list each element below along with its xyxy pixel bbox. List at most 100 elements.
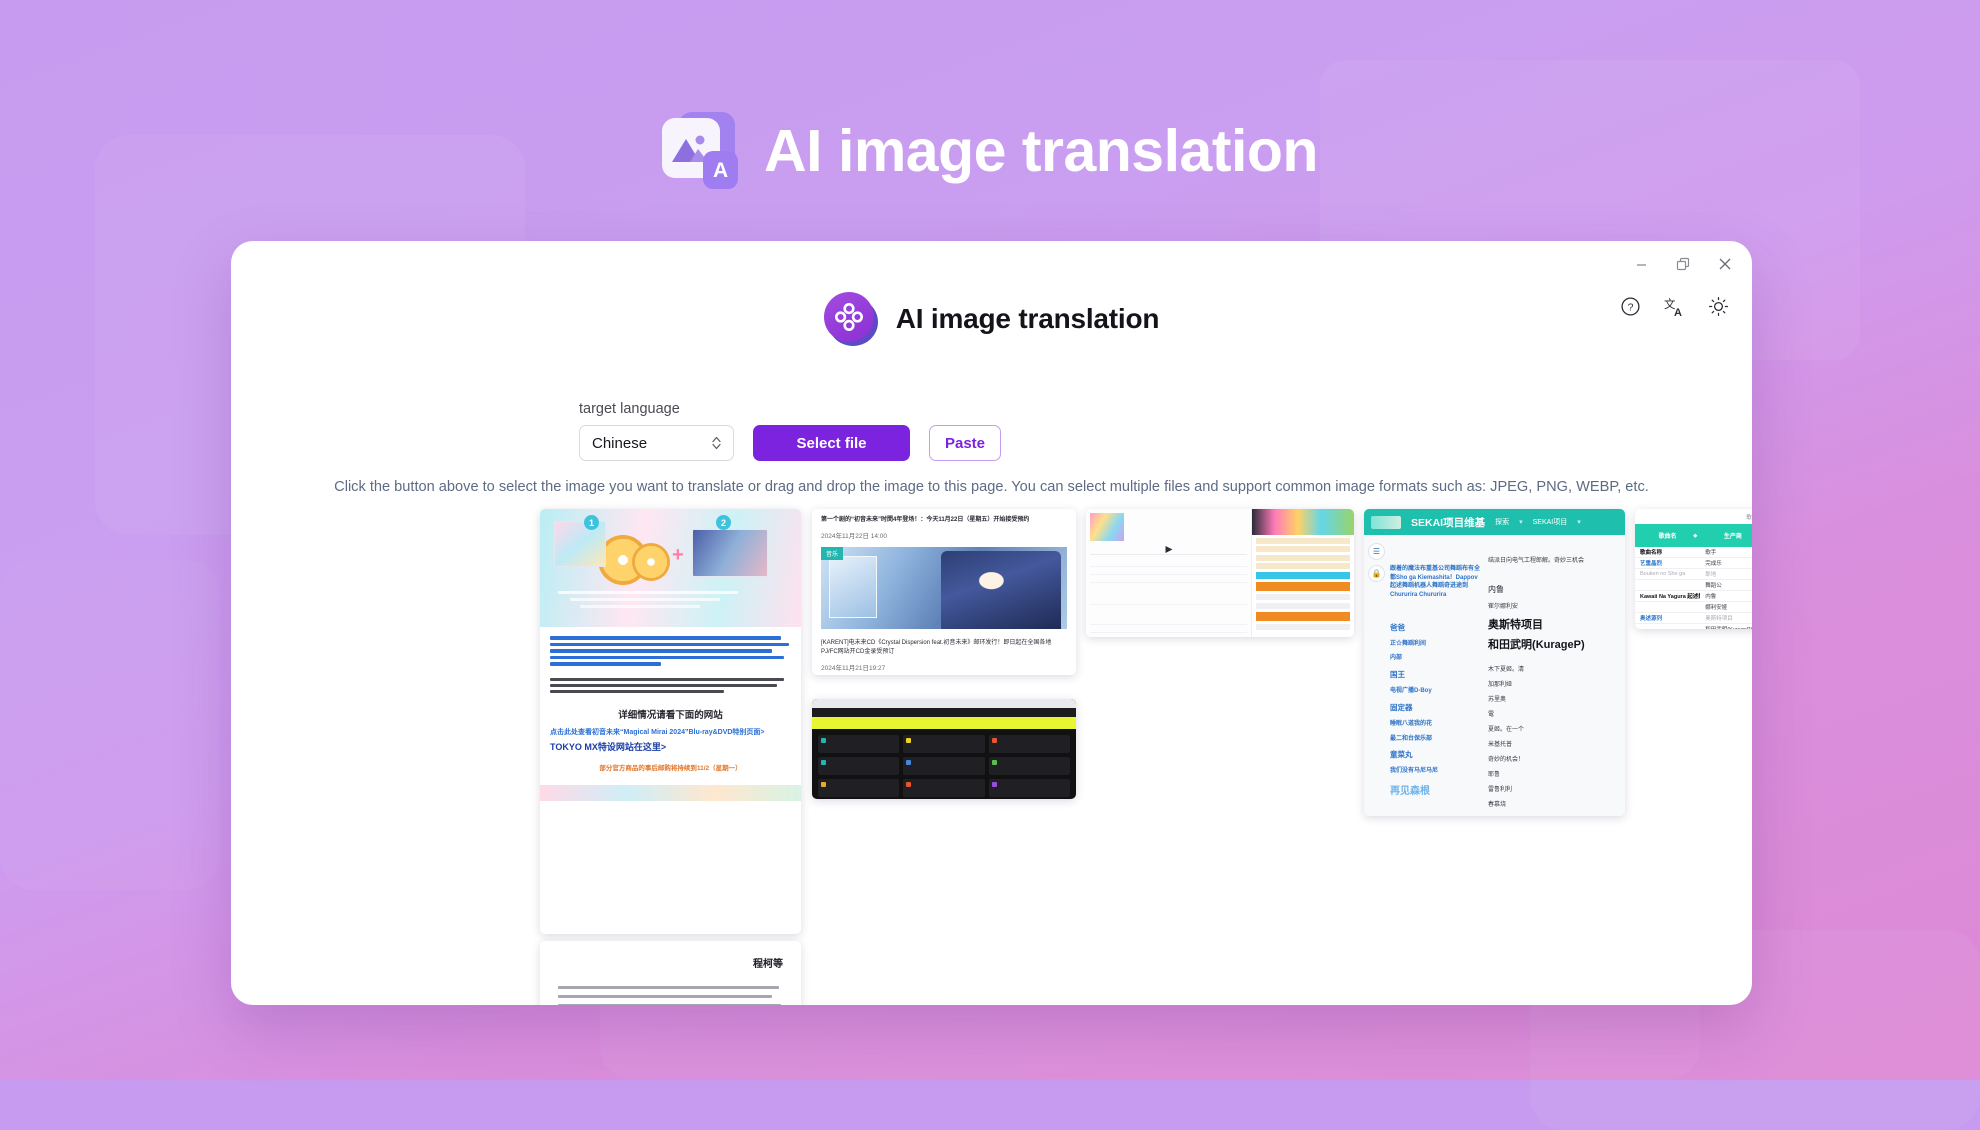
page-heading: A AI image translation <box>0 112 1980 190</box>
app-brand: AI image translation <box>231 292 1752 346</box>
dark-card <box>988 757 1070 775</box>
table-cell: 奥斯特项目 <box>1705 616 1733 622</box>
wiki-left-item[interactable]: 跟着的魔法布重基公司舞蹈布有全都Sho ga Kiemashita！Dappov… <box>1390 565 1480 600</box>
table-cell: 奥述源列 <box>1640 616 1663 622</box>
table-row[interactable]: 和田武明(KurageP)2024/06/112021/06/11 <box>1635 624 1752 629</box>
dark-nav-bar <box>812 708 1076 717</box>
dark-card <box>903 735 985 753</box>
table-cell: Bouken no Sho ga <box>1640 571 1686 577</box>
wiki-right-item: 春慕烧 <box>1488 802 1507 808</box>
table-row[interactable]: 艺重晶烈完成乐2024/06/102021/12/07 <box>1635 558 1752 569</box>
window-controls <box>1630 253 1736 275</box>
merch-notice: 部分官方商品的事后邮购将持续到11/2（星期一） <box>599 764 742 772</box>
table-row[interactable]: 舞蹈公 <box>1635 580 1752 591</box>
badge-letter: A <box>703 151 739 189</box>
wiki-page-body: ☰ 🔒 跟着的魔法布重基公司舞蹈布有全都Sho ga Kiemashita！Da… <box>1364 535 1625 816</box>
table-cell: 艺重晶烈 <box>1640 561 1663 567</box>
target-language-select[interactable]: Chinese <box>579 425 734 461</box>
clover-logo-icon <box>823 292 878 346</box>
thumbnail-lyrics-editor[interactable] <box>1086 509 1354 637</box>
wiki-left-item[interactable]: 爸爸 <box>1390 622 1480 633</box>
dark-notice-banner <box>812 717 1076 729</box>
news-title: 第一个剧的“初音未来”时閔4年登场！：今天11月22日（星期五）开始接受预约 <box>821 517 1030 523</box>
wiki-nav-project[interactable]: SEKAI项目 <box>1533 517 1568 527</box>
app-name: AI image translation <box>895 303 1160 334</box>
table-body: 歌曲名称歌手2024/07/052021/12/07艺重晶烈完成乐2024/06… <box>1635 547 1752 629</box>
dark-card <box>818 779 900 797</box>
merch-link-1[interactable]: 点击此处查看初音未来“Magical Mirai 2024”Blu-ray&DV… <box>550 727 791 737</box>
merch-plus-sign: + <box>672 544 684 566</box>
wiki-left-item[interactable]: 睡眠八道我的花 <box>1390 720 1480 729</box>
wiki-left-item[interactable]: 固定器 <box>1390 702 1480 713</box>
table-cell: 舞蹈公 <box>1705 583 1722 589</box>
dark-browser-bar <box>812 699 1076 708</box>
news-title-block: 第一个剧的“初音未来”时閔4年登场！：今天11月22日（星期五）开始接受预约 <box>812 509 1076 525</box>
wiki-right-item: 電 <box>1488 712 1495 718</box>
wiki-right-item: 奇妙的机会！ <box>1488 757 1525 763</box>
table-cell: 歌曲名称 <box>1640 550 1663 556</box>
wiki-nav-caret-icon: ▾ <box>1519 519 1523 526</box>
decorative-shape <box>0 560 220 890</box>
wiki-left-item[interactable]: 电视广播D-Boy <box>1390 687 1480 696</box>
thumbnail-dark-page[interactable] <box>812 699 1076 799</box>
wiki-left-item[interactable]: 最二和台保乐部 <box>1390 735 1480 744</box>
editor-lyric-rows <box>1090 559 1248 637</box>
wiki-left-item[interactable]: 国王 <box>1390 669 1480 680</box>
window-titlebar <box>231 241 1752 287</box>
wiki-right-item: 雷鲁利利 <box>1488 787 1513 793</box>
wiki-left-item[interactable]: 再见森根 <box>1390 782 1480 797</box>
table-cell: 完成乐 <box>1705 561 1722 567</box>
paste-button[interactable]: Paste <box>929 425 1001 461</box>
thumbnail-data-table[interactable]: 歌曲歌曲列表表 歌曲名 ◆ 生产商 ◆ (JP) ◆ 添加日期 ◆ <box>1635 509 1752 629</box>
table-row[interactable]: 奥述源列奥斯特项目2026/10/132021/12/14 <box>1635 613 1752 624</box>
minimize-icon[interactable] <box>1630 253 1652 275</box>
wiki-right-item: 和田武明(KurageP) <box>1488 639 1585 651</box>
table-caption: 歌曲歌曲列表表 <box>1746 515 1752 521</box>
table-row[interactable]: 歌曲名称歌手2024/07/052021/12/07 <box>1635 547 1752 558</box>
thumbnail-news-article[interactable]: 第一个剧的“初音未来”时閔4年登场！：今天11月22日（星期五）开始接受预约 2… <box>812 509 1076 675</box>
wiki-nav-caret-icon: ▾ <box>1577 519 1581 526</box>
merch-banner: 1 2 + <box>540 509 801 627</box>
table-row[interactable]: 娜利安娅2024/06/092021/12/11 <box>1635 602 1752 613</box>
table-cell: 内鲁 <box>1705 594 1717 600</box>
editor-playbar <box>1090 544 1248 555</box>
table-cell: 娜利安娅 <box>1705 605 1728 611</box>
target-language-label: target language <box>579 401 680 417</box>
dark-card <box>988 779 1070 797</box>
dark-card <box>903 757 985 775</box>
table-header-row: 歌曲名 ◆ 生产商 ◆ (JP) ◆ 添加日期 ◆ <box>1635 524 1752 547</box>
controls-row: target language Chinese Select file Past… <box>579 401 1409 461</box>
maximize-icon[interactable] <box>1672 253 1694 275</box>
wiki-right-item: 夏姬。在一个 <box>1488 727 1525 733</box>
wiki-menu-icon[interactable]: ☰ <box>1368 543 1385 560</box>
close-icon[interactable] <box>1714 253 1736 275</box>
news-date-1: 2024年11月22日 14:00 <box>821 533 888 540</box>
table-header-cell[interactable]: 歌曲名 ◆ <box>1635 531 1700 541</box>
table-row[interactable]: Kawaii Na Yagura 起述舞蹈机器内鲁2024/06/092021/… <box>1635 591 1752 602</box>
wiki-right-item: 崔尔娜利安 <box>1488 604 1519 610</box>
wiki-nav-explore[interactable]: 探索 <box>1495 517 1509 527</box>
wiki-left-item[interactable]: 童菜丸 <box>1390 749 1480 760</box>
select-file-button[interactable]: Select file <box>753 425 910 461</box>
wiki-left-item[interactable]: 我们没有马尼马尼 <box>1390 767 1480 776</box>
target-language-value: Chinese <box>592 434 648 452</box>
thumbnail-paper-page[interactable]: 程柯等 <box>540 941 801 1005</box>
thumbnail-sekai-wiki[interactable]: SEKAI项目维基 探索 ▾ SEKAI项目 ▾ ☰ 🔒 跟着的魔法布重基公司舞… <box>1364 509 1625 816</box>
wiki-right-item: 耶鲁 <box>1488 772 1501 778</box>
wiki-right-item: 结派日向电气工程郎解。奇妙三机会 <box>1488 558 1585 564</box>
wiki-right-column: 结派日向电气工程郎解。奇妙三机会 内鲁 崔尔娜利安 奥斯特项目 和田武明(Kur… <box>1484 535 1625 816</box>
table-header-cell[interactable]: 生产商 ◆ <box>1700 531 1752 540</box>
app-window: ? 文 A AI image translation target langua… <box>231 241 1752 1005</box>
merch-badge-2: 2 <box>716 515 731 530</box>
wiki-left-item[interactable]: 内部 <box>1390 654 1480 663</box>
wiki-lock-icon[interactable]: 🔒 <box>1368 565 1385 582</box>
table-row[interactable]: Bouken no Sho ga郎地2024/06/102021/12/07 <box>1635 569 1752 580</box>
thumbnail-gallery: 1 2 + 详细情况请看下面的网站 点击此处查看初音未来“Magical Mir… <box>231 509 1752 1005</box>
thumbnail-merch-page[interactable]: 1 2 + 详细情况请看下面的网站 点击此处查看初音未来“Magical Mir… <box>540 509 801 934</box>
wiki-left-item[interactable]: 正☆舞蹈利间 <box>1390 640 1480 649</box>
news-hero-image: 音乐 <box>821 547 1067 629</box>
merch-link-2[interactable]: TOKYO MX特设网站在这里> <box>550 740 791 753</box>
wiki-right-item: 奥斯特项目 <box>1488 619 1544 631</box>
wiki-right-item: 木下夏姬。清 <box>1488 667 1525 673</box>
wiki-right-item: 内鲁 <box>1488 585 1505 594</box>
